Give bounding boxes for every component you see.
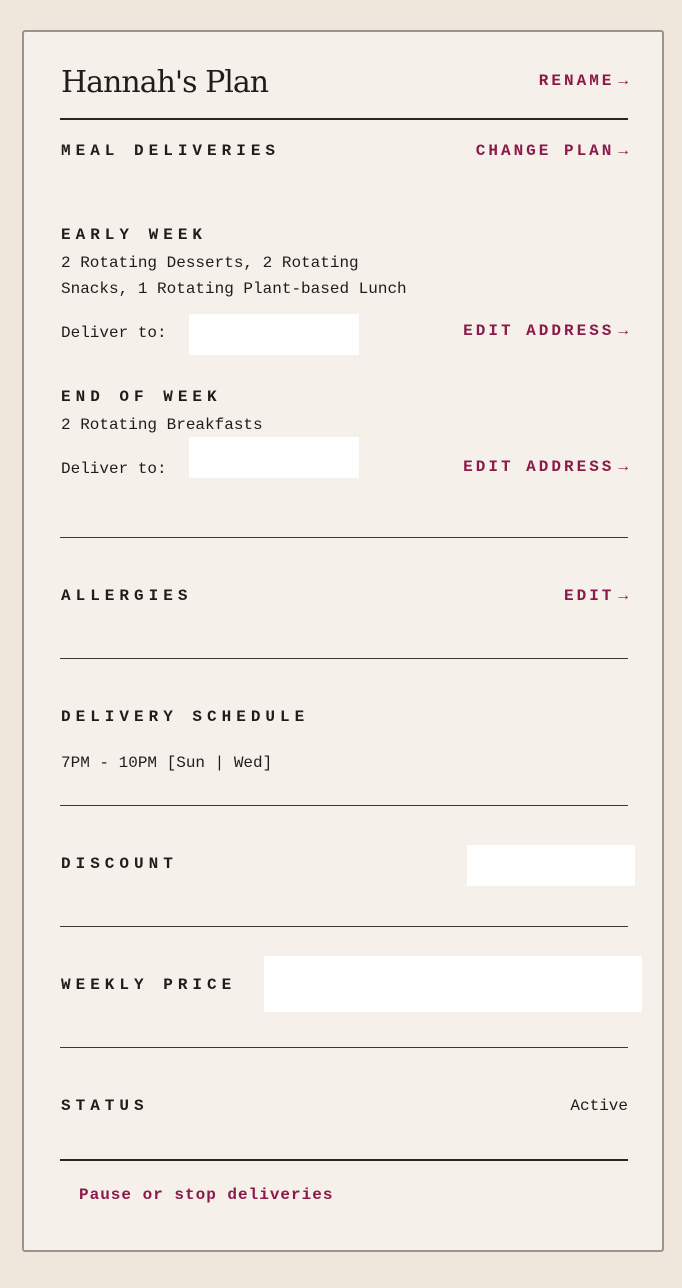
early-week-edit-address-link[interactable]: EDIT ADDRESS →: [463, 322, 628, 340]
header-divider: [60, 118, 628, 120]
arrow-right-icon: →: [618, 587, 628, 605]
section-divider: [60, 658, 628, 659]
arrow-right-icon: →: [618, 72, 628, 90]
end-of-week-heading: END OF WEEK: [61, 388, 222, 406]
section-divider: [60, 1047, 628, 1048]
plan-title: Hannah's Plan: [61, 65, 269, 100]
pause-or-stop-deliveries-link[interactable]: Pause or stop deliveries: [79, 1186, 333, 1204]
allergies-edit-link[interactable]: EDIT →: [564, 587, 628, 605]
end-of-week-address-redacted: [189, 437, 359, 478]
status-heading: STATUS: [61, 1097, 149, 1115]
early-week-items: 2 Rotating Desserts, 2 Rotating Snacks, …: [61, 250, 407, 302]
weekly-price-heading: WEEKLY PRICE: [61, 976, 237, 994]
plan-card: Hannah's Plan RENAME → MEAL DELIVERIES CH…: [22, 30, 664, 1252]
change-plan-label: CHANGE PLAN: [475, 142, 615, 160]
early-week-address-redacted: [189, 314, 359, 355]
meal-deliveries-heading: MEAL DELIVERIES: [61, 142, 281, 160]
end-of-week-deliver-to-label: Deliver to:: [61, 460, 167, 478]
edit-address-label: EDIT ADDRESS: [463, 458, 615, 476]
arrow-right-icon: →: [618, 458, 628, 476]
rename-label: RENAME: [538, 72, 615, 90]
section-divider: [60, 537, 628, 538]
arrow-right-icon: →: [618, 322, 628, 340]
end-of-week-items: 2 Rotating Breakfasts: [61, 416, 263, 434]
change-plan-link[interactable]: CHANGE PLAN →: [476, 142, 628, 160]
weekly-price-value-redacted: [264, 956, 642, 1012]
status-value: Active: [570, 1097, 628, 1115]
edit-address-label: EDIT ADDRESS: [463, 322, 615, 340]
rename-link[interactable]: RENAME →: [539, 72, 628, 90]
section-divider: [60, 926, 628, 927]
early-week-items-line: Snacks, 1 Rotating Plant-based Lunch: [61, 280, 407, 298]
section-divider: [60, 805, 628, 806]
footer-divider: [60, 1159, 628, 1161]
early-week-deliver-to-label: Deliver to:: [61, 324, 167, 342]
allergies-heading: ALLERGIES: [61, 587, 193, 605]
end-of-week-edit-address-link[interactable]: EDIT ADDRESS →: [463, 458, 628, 476]
delivery-schedule-heading: DELIVERY SCHEDULE: [61, 708, 310, 726]
edit-label: EDIT: [563, 587, 615, 605]
delivery-schedule-value: 7PM - 10PM [Sun | Wed]: [61, 754, 273, 772]
early-week-heading: EARLY WEEK: [61, 226, 208, 244]
arrow-right-icon: →: [618, 142, 628, 160]
early-week-items-line: 2 Rotating Desserts, 2 Rotating: [61, 254, 359, 272]
discount-value-redacted: [467, 845, 635, 886]
discount-heading: DISCOUNT: [61, 855, 178, 873]
